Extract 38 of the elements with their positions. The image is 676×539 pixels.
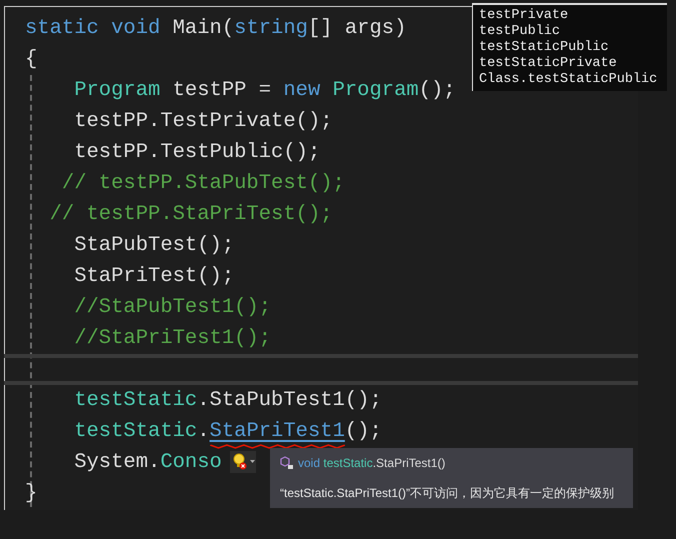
completion-item[interactable]: testPublic xyxy=(473,24,667,40)
code-token: Program xyxy=(332,79,419,102)
code-token: //StaPriTest1(); xyxy=(73,327,272,350)
error-squiggle-icon xyxy=(210,444,345,449)
completion-item[interactable]: Class.testStaticPublic xyxy=(473,72,667,88)
code-token: string xyxy=(234,17,308,40)
code-token: StaPubTest(); xyxy=(73,234,234,257)
completion-item[interactable]: testStaticPublic xyxy=(473,40,667,56)
code-token: testPP = xyxy=(172,79,272,102)
code-token: // testPP.StaPubTest(); xyxy=(60,172,345,195)
code-token: //StaPubTest1(); xyxy=(73,296,272,319)
completion-item[interactable]: testStaticPrivate xyxy=(473,56,667,72)
lightbulb-error-icon xyxy=(232,453,248,471)
quick-actions-button[interactable] xyxy=(230,451,256,473)
code-token: . xyxy=(197,420,210,443)
code-token: testPP.TestPrivate(); xyxy=(73,110,333,133)
caret-icon xyxy=(250,460,254,464)
error-message: “testStatic.StaPriTest1()”不可访问，因为它具有一定的保护级别 xyxy=(280,485,616,502)
code-token: } xyxy=(25,482,38,505)
code-token: Conso xyxy=(160,451,222,474)
code-token: System. xyxy=(73,451,160,474)
code-token: Program xyxy=(73,79,160,102)
code-token: // testPP.StaPriTest(); xyxy=(48,203,333,226)
completion-item[interactable]: testPrivate xyxy=(473,8,667,24)
code-token: [] args) xyxy=(308,17,406,40)
code-token: new xyxy=(283,79,322,102)
code-token: testStatic xyxy=(73,420,198,443)
code-token: { xyxy=(25,48,38,71)
code-token: testPP.TestPublic(); xyxy=(73,141,320,164)
code-token: .StaPubTest1(); xyxy=(197,389,382,412)
code-token: testStatic xyxy=(73,389,198,412)
code-token: (); xyxy=(418,79,456,102)
code-token: Main( xyxy=(172,17,234,40)
signature-text: void testStatic.StaPriTest1() xyxy=(298,455,446,472)
code-token: (); xyxy=(344,420,382,443)
code-token: StaPriTest1 xyxy=(210,420,345,443)
code-token: StaPriTest(); xyxy=(73,265,234,288)
code-token: static void xyxy=(25,17,162,40)
